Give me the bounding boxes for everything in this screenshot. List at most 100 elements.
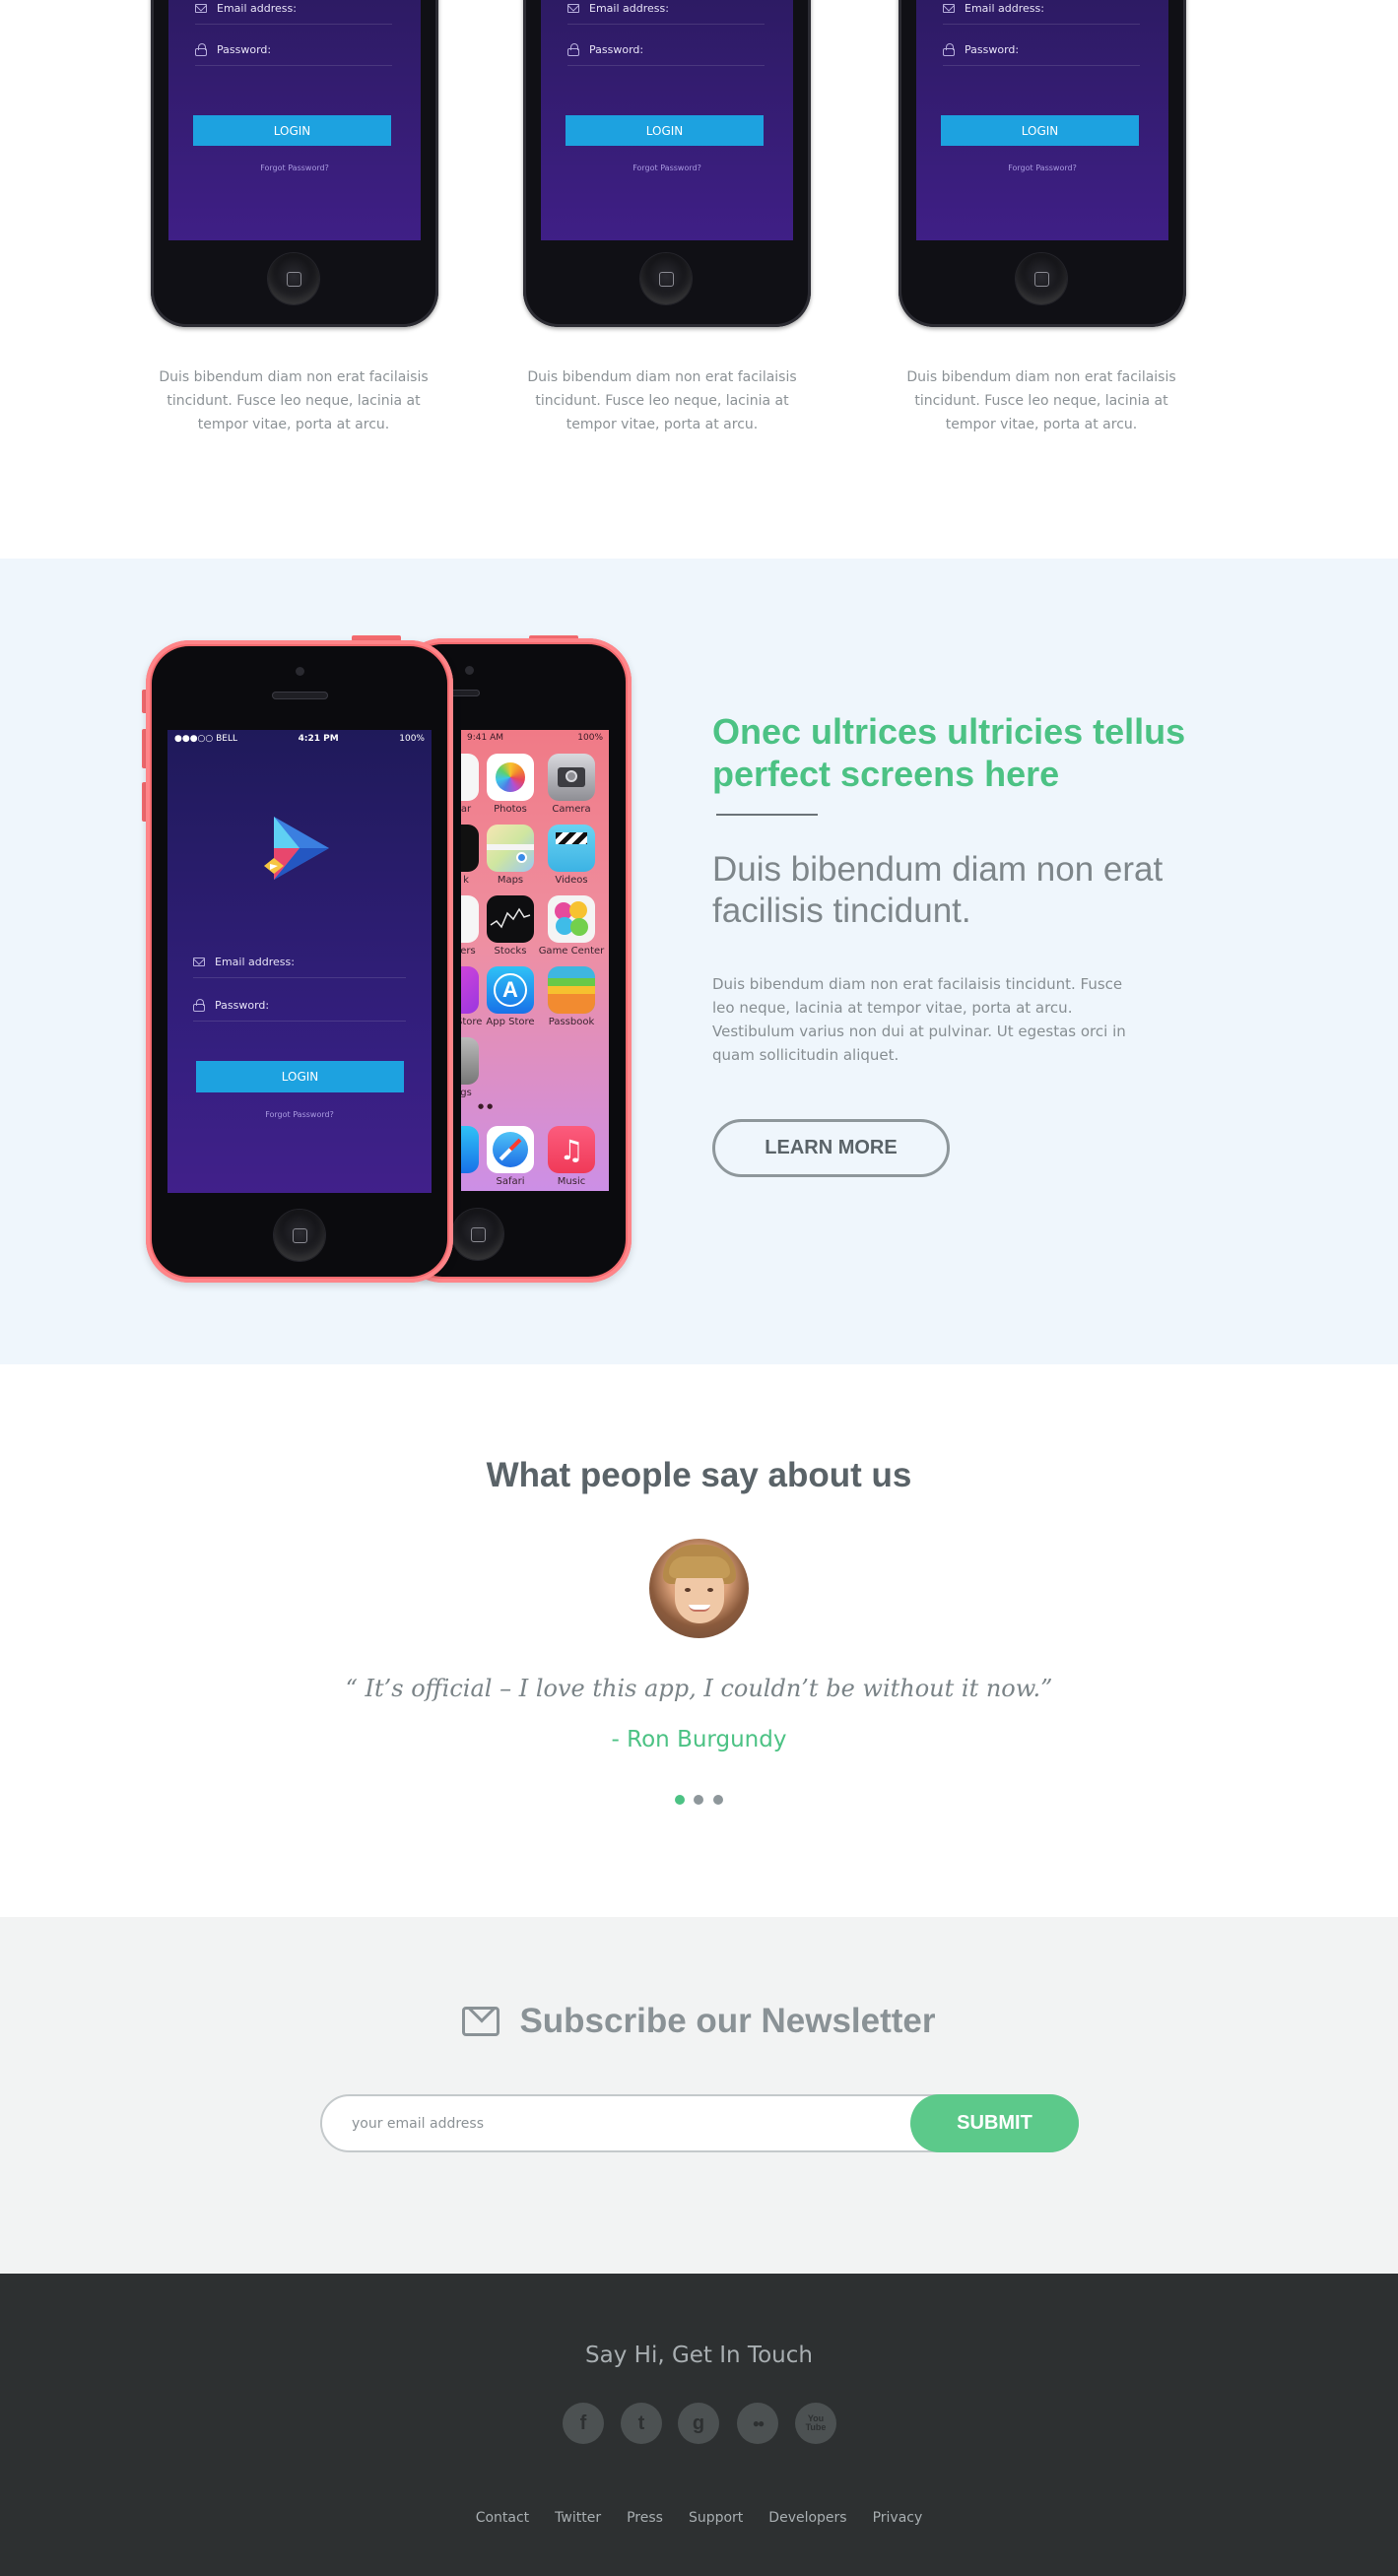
forgot-password-link[interactable]: Forgot Password? (168, 164, 421, 172)
lock-icon (195, 42, 207, 56)
phone-caption: Duis bibendum diam non erat facilaisis t… (527, 369, 797, 432)
feature-body: Duis bibendum diam non erat facilaisis t… (712, 975, 1126, 1064)
app-icon (461, 754, 479, 801)
password-field[interactable]: Password: (567, 34, 765, 66)
app-icon (461, 966, 479, 1014)
status-bar: ●●●○○ BELL 4:21 PM 100% (167, 730, 432, 748)
youtube-icon[interactable]: You Tube (795, 2403, 836, 2444)
login-button[interactable]: LOGIN (196, 1061, 404, 1092)
status-time: 4:21 PM (298, 734, 339, 744)
earpiece (465, 666, 474, 675)
app-icon (461, 825, 479, 872)
email-label: Email address: (215, 956, 295, 968)
carousel-dot[interactable] (675, 1795, 685, 1805)
app-label: k (463, 875, 469, 886)
submit-button[interactable]: SUBMIT (910, 2094, 1079, 2152)
footer-link-privacy[interactable]: Privacy (873, 2510, 923, 2526)
password-label: Password: (965, 43, 1020, 56)
login-button[interactable]: LOGIN (941, 115, 1139, 146)
flickr-icon[interactable]: ●● (737, 2403, 778, 2444)
home-button (274, 1210, 325, 1261)
app-label: gs (461, 1088, 472, 1098)
forgot-password-link[interactable]: Forgot Password? (167, 1110, 432, 1119)
app-store-icon: A (487, 966, 534, 1014)
footer-link-support[interactable]: Support (689, 2510, 743, 2526)
phone-caption: Duis bibendum diam non erat facilaisis t… (159, 369, 429, 432)
home-button (268, 253, 319, 304)
footer-tagline: Say Hi, Get In Touch (585, 2343, 813, 2368)
newsletter-form: SUBMIT (320, 2094, 1079, 2152)
facebook-glyph: f (579, 2411, 587, 2434)
phone-screen: Email address: Password: LOGIN Forgot Pa… (541, 0, 793, 240)
footer-link-press[interactable]: Press (627, 2510, 663, 2526)
avatar (649, 1539, 749, 1638)
email-field[interactable]: Email address: (943, 0, 1140, 25)
page-dots: ●● (478, 1102, 497, 1110)
earpiece-grille (272, 692, 328, 699)
forgot-password-link[interactable]: Forgot Password? (916, 164, 1168, 172)
envelope-icon (193, 958, 205, 966)
password-field[interactable]: Password: (195, 34, 392, 66)
google-plus-icon[interactable]: g (678, 2403, 719, 2444)
carousel-dot[interactable] (694, 1795, 703, 1805)
app-label: Camera (552, 804, 591, 815)
footer-link-developers[interactable]: Developers (768, 2510, 846, 2526)
app-login-screen: ●●●○○ BELL 4:21 PM 100% Email address: P… (167, 730, 432, 1193)
email-field[interactable]: Email address: (193, 947, 406, 978)
photos-icon (487, 754, 534, 801)
safari-icon (487, 1126, 534, 1173)
app-logo (264, 817, 329, 880)
testimonials-section (0, 1364, 1398, 1917)
twitter-glyph: t (637, 2411, 645, 2434)
phone-caption: Duis bibendum diam non erat facilaisis t… (906, 369, 1176, 432)
home-screen: 9:41 AM 100% ar k ers Store gs Photos Ca… (461, 730, 609, 1191)
login-button[interactable]: LOGIN (566, 115, 764, 146)
envelope-icon (567, 4, 579, 13)
app-label: Music (557, 1176, 586, 1187)
game-center-icon (548, 895, 595, 943)
footer-link-twitter[interactable]: Twitter (555, 2510, 601, 2526)
phone-mockup: Email address: Password: LOGIN Forgot Pa… (151, 0, 438, 327)
app-icon (461, 895, 479, 943)
app-label: Photos (494, 804, 527, 815)
app-label: Game Center (538, 946, 605, 957)
newsletter-title: Subscribe our Newsletter (519, 2002, 936, 2040)
learn-more-button[interactable]: LEARN MORE (712, 1119, 950, 1177)
password-label: Password: (589, 43, 644, 56)
app-icon (461, 1037, 479, 1085)
password-label: Password: (215, 999, 270, 1012)
app-label: ar (461, 804, 472, 815)
lock-icon (943, 42, 955, 56)
footer-link-contact[interactable]: Contact (476, 2510, 529, 2526)
app-label: App Store (486, 1017, 535, 1027)
feature-subtitle: Duis bibendum diam non erat facilisis ti… (712, 850, 1164, 930)
status-battery: 100% (399, 734, 425, 744)
twitter-icon[interactable]: t (621, 2403, 662, 2444)
feature-title: Onec ultrices ultricies tellus perfect s… (712, 711, 1186, 794)
music-icon: ♫ (548, 1126, 595, 1173)
login-button[interactable]: LOGIN (193, 115, 391, 146)
newsletter-title-row: Subscribe our Newsletter (0, 2002, 1398, 2041)
password-label: Password: (217, 43, 272, 56)
email-field[interactable]: Email address: (567, 0, 765, 25)
status-carrier: ●●●○○ BELL (174, 734, 238, 744)
facebook-icon[interactable]: f (563, 2403, 604, 2444)
password-field[interactable]: Password: (943, 34, 1140, 66)
footer-links: Contact Twitter Press Support Developers… (0, 2510, 1398, 2526)
lock-icon (567, 42, 579, 56)
camera-icon (548, 754, 595, 801)
flickr-glyph: ●● (752, 2416, 765, 2430)
home-button (452, 1209, 503, 1260)
youtube-glyph: You Tube (805, 2413, 827, 2432)
phones-section: Email address: Password: LOGIN Forgot Pa… (0, 0, 1398, 559)
phone-screen: Email address: Password: LOGIN Forgot Pa… (916, 0, 1168, 240)
forgot-password-link[interactable]: Forgot Password? (541, 164, 793, 172)
app-label: Maps (497, 875, 524, 886)
status-battery: 100% (577, 733, 603, 743)
carousel-dot[interactable] (713, 1795, 723, 1805)
phone-mockup: Email address: Password: LOGIN Forgot Pa… (523, 0, 811, 327)
password-field[interactable]: Password: (193, 990, 406, 1022)
home-button (1016, 253, 1067, 304)
passbook-icon (548, 966, 595, 1014)
email-field[interactable]: Email address: (195, 0, 392, 25)
